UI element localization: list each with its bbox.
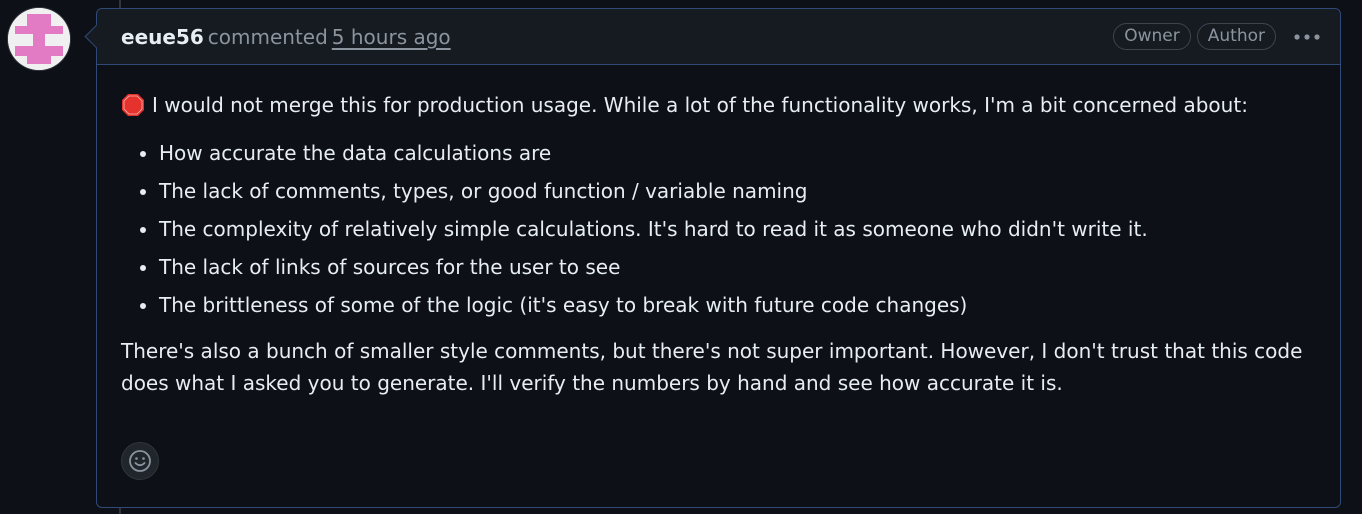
kebab-horizontal-icon[interactable] — [1292, 25, 1322, 49]
owner-badge: Owner — [1113, 23, 1191, 50]
intro-text: I would not merge this for production us… — [152, 93, 1248, 117]
smiley-icon — [129, 450, 151, 472]
comment-header-text: eeue56 commented 5 hours ago — [121, 25, 451, 49]
stop-sign-icon — [121, 93, 145, 117]
list-item: The brittleness of some of the logic (it… — [159, 289, 1316, 321]
add-reaction-button[interactable] — [121, 442, 159, 480]
comment-action: commented — [207, 24, 328, 49]
page: eeue56 commented 5 hours ago Owner Author — [0, 0, 1362, 514]
intro-paragraph: I would not merge this for production us… — [121, 89, 1316, 121]
closing-paragraph: There's also a bunch of smaller style co… — [121, 339, 1303, 395]
list-item: How accurate the data calculations are — [159, 137, 1316, 169]
author-link[interactable]: eeue56 — [121, 25, 204, 49]
comment-body: I would not merge this for production us… — [97, 65, 1340, 399]
avatar[interactable] — [8, 8, 70, 70]
header-actions: Owner Author — [1107, 23, 1322, 50]
list-item: The lack of links of sources for the use… — [159, 251, 1316, 283]
author-badge: Author — [1196, 23, 1276, 50]
list-item: The complexity of relatively simple calc… — [159, 213, 1316, 245]
comment-header: eeue56 commented 5 hours ago Owner Author — [97, 9, 1340, 65]
concerns-list: How accurate the data calculations are T… — [121, 137, 1316, 321]
list-item: The lack of comments, types, or good fun… — [159, 175, 1316, 207]
timestamp-link[interactable]: 5 hours ago — [332, 25, 451, 49]
comment-box: eeue56 commented 5 hours ago Owner Author — [84, 8, 1341, 508]
identicon-image — [8, 8, 70, 70]
